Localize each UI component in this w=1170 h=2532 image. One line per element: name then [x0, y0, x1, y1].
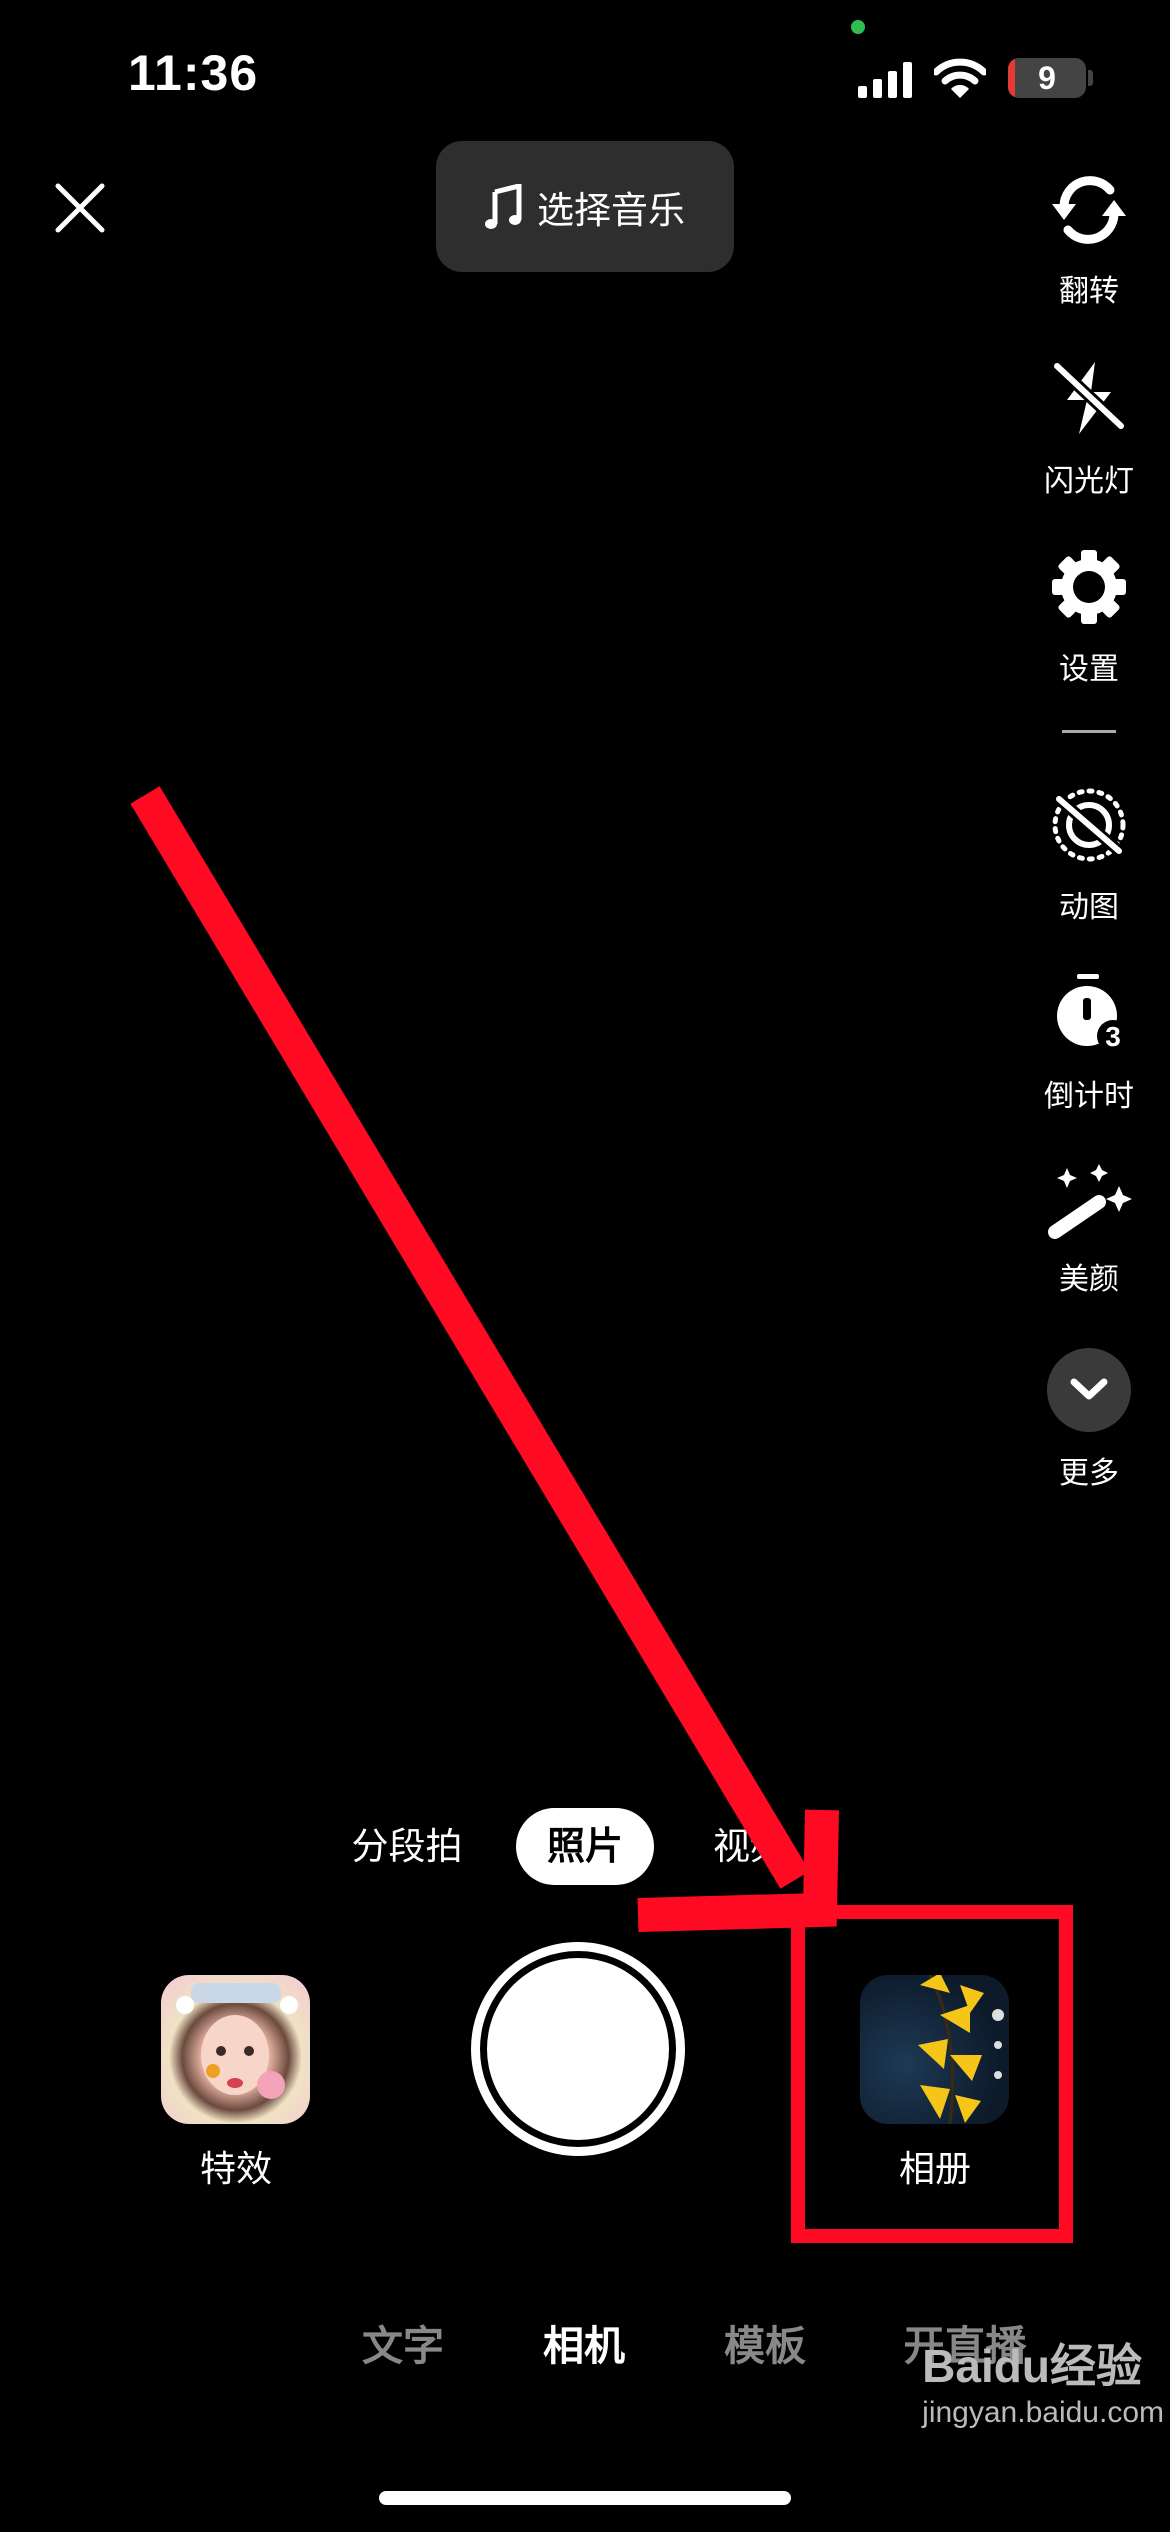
- tab-camera[interactable]: 相机: [484, 2312, 684, 2372]
- select-music-button[interactable]: 选择音乐: [436, 141, 734, 272]
- watermark-url: jingyan.baidu.com: [922, 2396, 1164, 2429]
- battery-level: 9: [1038, 60, 1056, 96]
- flip-camera-icon: [1052, 176, 1126, 244]
- effects-button[interactable]: [161, 1975, 310, 2124]
- flash-label: 闪光灯: [1044, 464, 1134, 499]
- music-note-icon: [485, 183, 522, 229]
- tools-divider: [1062, 730, 1116, 733]
- timer-label: 倒计时: [1044, 1079, 1134, 1114]
- battery-tip: [1088, 70, 1093, 86]
- beauty-button[interactable]: [1047, 1162, 1133, 1246]
- flip-label: 翻转: [1059, 274, 1119, 309]
- tab-template[interactable]: 模板: [665, 2312, 865, 2372]
- chevron-down-icon: [1070, 1378, 1108, 1400]
- effects-thumbnail-image: [176, 1983, 298, 2099]
- timer-badge: 3: [1105, 1021, 1121, 1052]
- more-label: 更多: [1059, 1456, 1119, 1491]
- mode-photo[interactable]: 照片: [516, 1808, 654, 1885]
- home-indicator[interactable]: [379, 2491, 791, 2505]
- mode-segment[interactable]: 分段拍: [340, 1808, 474, 1885]
- select-music-label: 选择音乐: [537, 188, 685, 232]
- gear-icon: [1052, 550, 1126, 624]
- privacy-indicator-dot: [851, 20, 865, 34]
- magic-wand-icon: [1048, 1164, 1132, 1239]
- status-time: 11:36: [128, 45, 259, 101]
- shutter-button[interactable]: [471, 1942, 685, 2156]
- timer-button[interactable]: 3: [1049, 972, 1129, 1056]
- live-photo-label: 动图: [1059, 890, 1119, 925]
- more-button[interactable]: [1047, 1348, 1131, 1432]
- mode-video[interactable]: 视频: [690, 1808, 810, 1885]
- tab-text[interactable]: 文字: [303, 2312, 503, 2372]
- live-photo-off-icon: [1052, 788, 1126, 862]
- watermark-brand: Baidu经验: [922, 2340, 1142, 2392]
- beauty-label: 美颜: [1059, 1262, 1119, 1297]
- settings-label: 设置: [1059, 652, 1119, 687]
- close-icon[interactable]: [54, 182, 106, 234]
- wifi-icon: [934, 58, 986, 98]
- flash-button[interactable]: [1049, 360, 1129, 440]
- timer-icon: 3: [1057, 974, 1129, 1052]
- battery-indicator: 9: [1008, 58, 1086, 98]
- baidu-watermark: Baidu经验 jingyan.baidu.com: [922, 2330, 1164, 2430]
- annotation-highlight-box: [791, 1905, 1073, 2243]
- effects-label: 特效: [199, 2149, 272, 2190]
- flash-off-icon: [1052, 361, 1126, 434]
- live-photo-button[interactable]: [1049, 785, 1129, 869]
- cellular-signal-icon: [858, 62, 912, 98]
- settings-button[interactable]: [1050, 548, 1128, 630]
- shutter-inner: [487, 1958, 669, 2140]
- flip-camera-button[interactable]: [1044, 170, 1134, 254]
